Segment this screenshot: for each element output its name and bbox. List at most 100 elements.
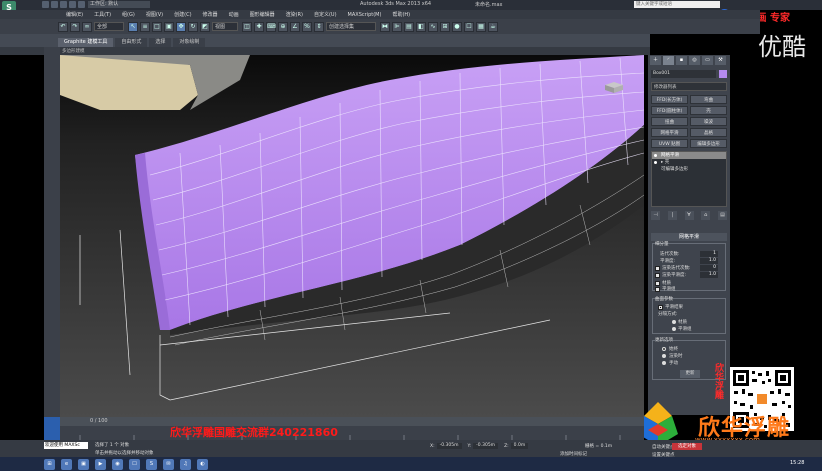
perspective-viewport[interactable] xyxy=(60,55,644,417)
redo-icon[interactable]: ↷ xyxy=(70,21,80,32)
pivot-icon[interactable]: ◫ xyxy=(242,21,252,32)
render-setup-icon[interactable]: ☐ xyxy=(464,21,474,32)
coord-y[interactable]: Y: -0.305m xyxy=(468,443,499,449)
display-tab-icon[interactable]: ▭ xyxy=(702,56,713,65)
workspace-dropdown[interactable]: 工作区: 默认 xyxy=(88,1,150,8)
start-icon[interactable]: ⊞ xyxy=(44,458,55,470)
link-icon[interactable]: ∞ xyxy=(82,21,92,32)
rotate-icon[interactable]: ↻ xyxy=(188,21,198,32)
window-icon[interactable]: ☐ xyxy=(129,458,140,470)
help-search-input[interactable]: 键入关键字或短语 xyxy=(634,1,720,8)
update-always-radio[interactable] xyxy=(662,347,666,351)
utilities-tab-icon[interactable]: ⚒ xyxy=(715,56,726,65)
bulb-icon[interactable] xyxy=(654,154,657,157)
modifier-ffd-box-button[interactable]: FFD(长方体) xyxy=(651,95,688,104)
viewport-layout-button[interactable] xyxy=(44,417,60,440)
curve-editor-icon[interactable]: ∿ xyxy=(428,21,438,32)
stack-item-shell[interactable]: ▸ 壳 xyxy=(652,159,726,166)
sep-radio-material[interactable] xyxy=(672,320,676,324)
key-filter-dropdown[interactable]: 选定对象 xyxy=(672,443,702,450)
render-iter-spinner[interactable]: 0 xyxy=(700,265,718,271)
new-file-icon[interactable] xyxy=(42,1,49,8)
named-selection-dropdown[interactable]: 创建选择集 xyxy=(326,22,376,31)
tab-selection[interactable]: 选择 xyxy=(149,38,172,47)
layer-icon[interactable]: ▤ xyxy=(404,21,414,32)
undo-icon[interactable] xyxy=(69,1,76,8)
modifier-list-dropdown[interactable]: 修改器列表 xyxy=(651,82,727,91)
configure-sets-icon[interactable]: ▤ xyxy=(718,211,727,220)
iterations-spinner[interactable]: 1 xyxy=(700,251,718,257)
rollout-meshsmooth-title[interactable]: 网格平滑 xyxy=(651,233,727,241)
3dsmax-task-icon[interactable]: S xyxy=(146,458,157,470)
render-frame-icon[interactable]: ▦ xyxy=(476,21,486,32)
spinner-snap-icon[interactable]: ⇕ xyxy=(314,21,324,32)
modifier-noise-button[interactable]: 噪波 xyxy=(690,117,727,126)
tab-freeform[interactable]: 自由形式 xyxy=(115,38,148,47)
material-editor-icon[interactable]: ● xyxy=(452,21,462,32)
motion-tab-icon[interactable]: ◎ xyxy=(689,56,700,65)
rect-selection-icon[interactable]: □ xyxy=(152,21,162,32)
keyboard-shortcut-icon[interactable]: ⌨ xyxy=(266,21,276,32)
graphite-icon[interactable]: ◧ xyxy=(416,21,426,32)
save-file-icon[interactable] xyxy=(60,1,67,8)
update-manual-radio[interactable] xyxy=(662,361,666,365)
recorder-icon[interactable]: ◐ xyxy=(197,458,208,470)
menu-maxscript[interactable]: MAXScript(M) xyxy=(348,12,382,18)
modify-tab-icon[interactable]: ◜ xyxy=(663,56,674,65)
menu-graph-editors[interactable]: 图形编辑器 xyxy=(250,11,275,18)
menu-edit[interactable]: 编辑(E) xyxy=(66,11,83,18)
stack-item-editable-poly[interactable]: 可编辑多边形 xyxy=(652,166,726,173)
manipulate-icon[interactable]: ✚ xyxy=(254,21,264,32)
music-icon[interactable]: ♫ xyxy=(180,458,191,470)
render-iter-checkbox[interactable] xyxy=(655,266,660,271)
mirror-icon[interactable]: ⧓ xyxy=(380,21,390,32)
hierarchy-tab-icon[interactable]: ▪ xyxy=(676,56,687,65)
modifier-twist-button[interactable]: 扭曲 xyxy=(651,117,688,126)
angle-snap-icon[interactable]: ∠ xyxy=(290,21,300,32)
align-icon[interactable]: ⊫ xyxy=(392,21,402,32)
modifier-bend-button[interactable]: 弯曲 xyxy=(690,95,727,104)
menu-views[interactable]: 视图(V) xyxy=(146,11,163,18)
percent-snap-icon[interactable]: % xyxy=(302,21,312,32)
reference-coord-dropdown[interactable]: 视图 xyxy=(212,22,238,31)
update-render-radio[interactable] xyxy=(662,354,666,358)
coord-x-value[interactable]: -0.305m xyxy=(436,443,462,449)
render-smooth-spinner[interactable]: 1.0 xyxy=(700,272,718,278)
menu-help[interactable]: 帮助(H) xyxy=(392,11,410,18)
menu-rendering[interactable]: 渲染(R) xyxy=(286,11,303,18)
modifier-ffd-cyl-button[interactable]: FFD(圆柱体) xyxy=(651,106,688,115)
make-unique-icon[interactable]: ∀ xyxy=(684,211,694,220)
modifier-edit-poly-button[interactable]: 编辑多边形 xyxy=(690,139,727,148)
sep-smoothing-checkbox[interactable] xyxy=(655,287,660,292)
media-player-icon[interactable]: ▶ xyxy=(95,458,106,470)
coord-x[interactable]: X: -0.305m xyxy=(430,443,462,449)
move-icon[interactable]: ✥ xyxy=(176,21,186,32)
tab-object-paint[interactable]: 对象绘制 xyxy=(173,38,206,47)
viewcube-icon[interactable] xyxy=(603,80,625,94)
smooth-result-checkbox[interactable] xyxy=(658,305,663,310)
undo-icon[interactable]: ↶ xyxy=(58,21,68,32)
stack-item-meshsmooth[interactable]: 网格平滑 xyxy=(652,152,726,159)
create-tab-icon[interactable]: ＋ xyxy=(650,56,661,65)
menu-modifiers[interactable]: 修改器 xyxy=(203,11,218,18)
menu-animation[interactable]: 动画 xyxy=(229,11,239,18)
menu-group[interactable]: 组(G) xyxy=(122,11,135,18)
menu-create[interactable]: 创建(C) xyxy=(174,11,191,18)
sep-material-checkbox[interactable] xyxy=(655,281,660,286)
remove-modifier-icon[interactable]: ⌂ xyxy=(701,211,711,220)
redo-icon[interactable] xyxy=(78,1,85,8)
viewport-scene[interactable] xyxy=(60,55,644,417)
selection-filter-dropdown[interactable]: 全部 xyxy=(94,22,124,31)
time-slider[interactable] xyxy=(60,417,644,426)
maxscript-listener-mini[interactable]: 欢迎使用 MAXSc xyxy=(44,442,88,449)
bulb-icon[interactable] xyxy=(654,161,657,164)
menu-customize[interactable]: 自定义(U) xyxy=(314,11,337,18)
browser-icon[interactable]: ◉ xyxy=(112,458,123,470)
update-button[interactable]: 更新 xyxy=(680,370,700,378)
schematic-icon[interactable]: ⊞ xyxy=(440,21,450,32)
open-file-icon[interactable] xyxy=(51,1,58,8)
select-by-name-icon[interactable]: ≡ xyxy=(140,21,150,32)
modifier-shell-button[interactable]: 壳 xyxy=(690,106,727,115)
show-end-result-icon[interactable]: | xyxy=(667,211,677,220)
render-icon[interactable]: ☕ xyxy=(488,21,498,32)
